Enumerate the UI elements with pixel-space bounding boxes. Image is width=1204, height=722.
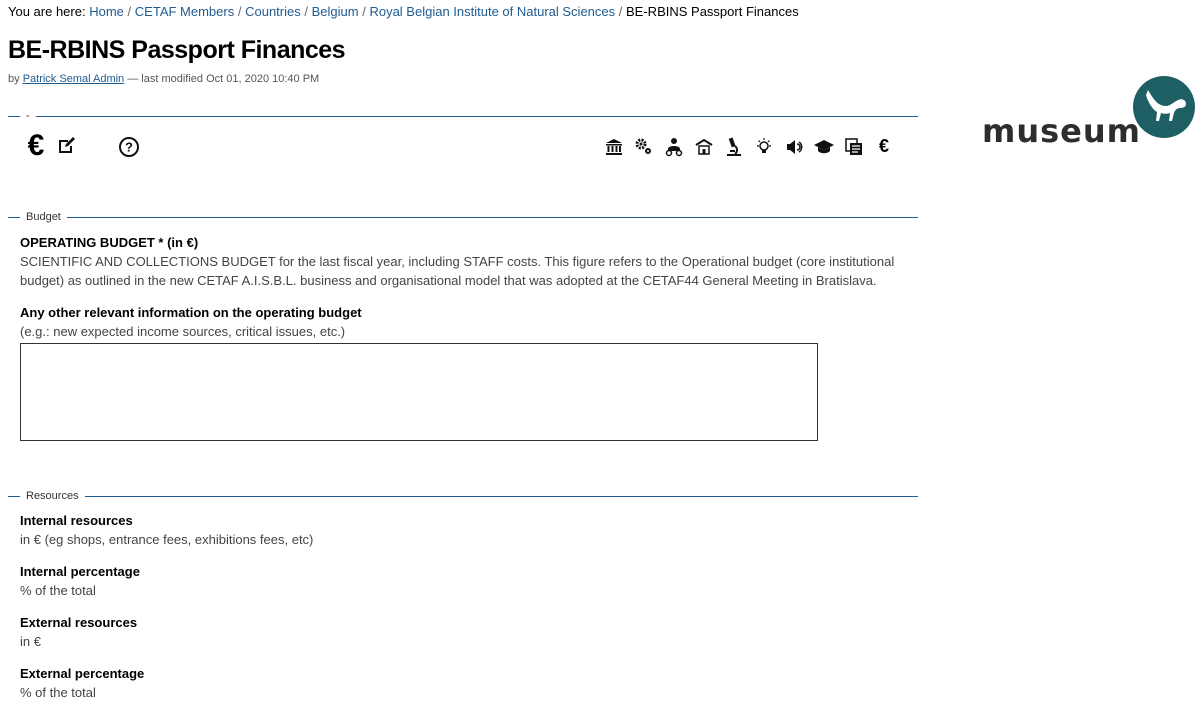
- breadcrumb-prefix: You are here:: [8, 4, 86, 19]
- internal-percentage-label: Internal percentage: [20, 564, 140, 579]
- breadcrumb-cetaf-members[interactable]: CETAF Members: [135, 4, 234, 19]
- breadcrumb-separator: /: [127, 4, 132, 19]
- edit-icon[interactable]: [56, 136, 76, 156]
- other-info-textarea[interactable]: [20, 343, 818, 441]
- internal-resources-label: Internal resources: [20, 513, 133, 528]
- euro-icon[interactable]: €: [874, 134, 894, 158]
- documents-icon[interactable]: [844, 137, 864, 157]
- budget-legend: Budget: [20, 211, 67, 224]
- breadcrumb-home[interactable]: Home: [89, 4, 124, 19]
- internal-resources-help: in € (eg shops, entrance fees, exhibitio…: [20, 532, 314, 547]
- operating-budget-help-line-1: SCIENTIFIC AND COLLECTIONS BUDGET for th…: [20, 254, 895, 269]
- breadcrumb: You are here: Home / CETAF Members / Cou…: [8, 4, 799, 19]
- resources-legend: Resources: [20, 490, 85, 503]
- author-link[interactable]: Patrick Semal Admin: [23, 73, 124, 85]
- breadcrumb-rbins[interactable]: Royal Belgian Institute of Natural Scien…: [369, 4, 615, 19]
- people-icon[interactable]: [664, 136, 684, 158]
- other-info-label: Any other relevant information on the op…: [20, 305, 362, 320]
- byline: by Patrick Semal Admin — last modified O…: [8, 73, 319, 85]
- budget-fieldset: Budget: [8, 211, 918, 224]
- museum-logo-graphic: museum: [982, 76, 1195, 150]
- help-icon[interactable]: ?: [118, 136, 140, 158]
- external-percentage-help: % of the total: [20, 685, 96, 700]
- breadcrumb-current: BE-RBINS Passport Finances: [626, 4, 799, 19]
- gears-icon[interactable]: [634, 137, 654, 157]
- resources-fieldset: Resources: [8, 490, 918, 503]
- external-resources-help: in €: [20, 634, 41, 649]
- svg-text:?: ?: [125, 140, 133, 155]
- building-icon[interactable]: [694, 137, 714, 157]
- institution-icon[interactable]: [604, 137, 624, 157]
- graduation-cap-icon[interactable]: [813, 137, 835, 157]
- external-percentage-label: External percentage: [20, 666, 145, 681]
- megaphone-icon[interactable]: [784, 137, 804, 157]
- icon-toolbar: € ? €: [22, 129, 902, 162]
- breadcrumb-belgium[interactable]: Belgium: [312, 4, 359, 19]
- internal-percentage-help: % of the total: [20, 583, 96, 598]
- other-info-help: (e.g.: new expected income sources, crit…: [20, 324, 346, 339]
- breadcrumb-separator: /: [304, 4, 308, 19]
- last-modified: — last modified Oct 01, 2020 10:40 PM: [127, 73, 320, 85]
- operating-budget-label: OPERATING BUDGET * (in €): [20, 235, 199, 250]
- page-title: BE-RBINS Passport Finances: [8, 36, 346, 64]
- top-fieldset-legend: -: [20, 110, 36, 123]
- breadcrumb-separator: /: [618, 4, 623, 19]
- top-fieldset: -: [8, 110, 918, 123]
- bulb-icon[interactable]: [754, 137, 774, 157]
- museum-logo: museum: [980, 76, 1196, 150]
- euro-icon[interactable]: €: [22, 129, 50, 162]
- byline-by: by: [8, 73, 20, 85]
- museum-logo-text: museum: [982, 112, 1141, 148]
- breadcrumb-separator: /: [362, 4, 366, 19]
- breadcrumb-countries[interactable]: Countries: [245, 4, 301, 19]
- breadcrumb-separator: /: [237, 4, 242, 19]
- microscope-icon[interactable]: [724, 136, 744, 158]
- external-resources-label: External resources: [20, 615, 138, 630]
- operating-budget-help-line-2: budget) as outlined in the new CETAF A.I…: [20, 273, 877, 288]
